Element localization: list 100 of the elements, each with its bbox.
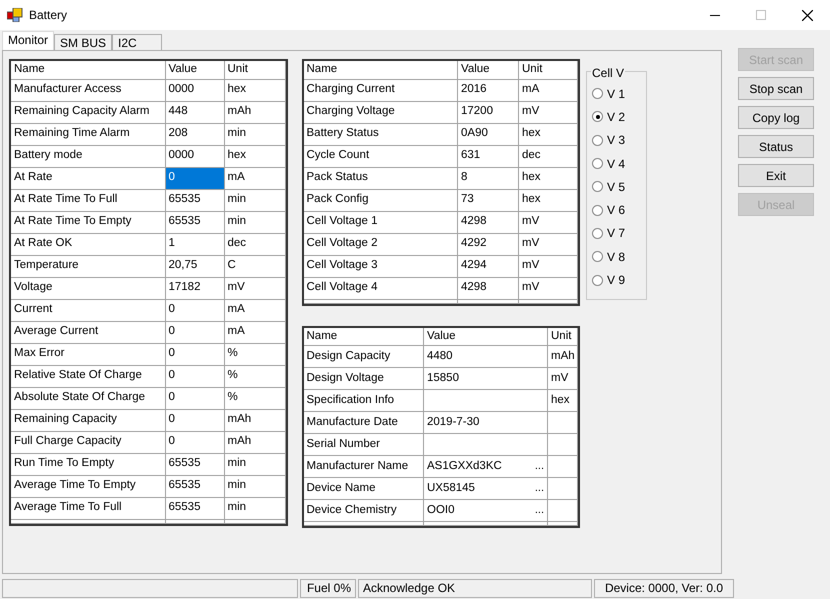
column-header[interactable]: Unit <box>224 61 285 79</box>
table-cell: 1 <box>165 233 224 255</box>
radio-option[interactable]: V 7 <box>592 222 646 246</box>
tab[interactable]: SM BUS <box>54 34 112 50</box>
table-cell: mAh <box>548 346 578 368</box>
button[interactable]: Stop scan <box>738 77 814 100</box>
column-header[interactable]: Name <box>304 61 458 79</box>
table-cell: hex <box>518 167 578 189</box>
ellipsis-button[interactable]: ... <box>534 502 544 518</box>
radio-option[interactable]: V 1 <box>592 82 646 106</box>
table-cell: 2016 <box>458 79 518 101</box>
button[interactable]: Copy log <box>738 106 814 129</box>
table-cell: mV <box>224 277 285 299</box>
table-cell: Device Chemistry <box>304 500 424 522</box>
table-cell: mAh <box>224 101 285 123</box>
radio-option[interactable]: V 9 <box>592 268 646 292</box>
ellipsis-button[interactable]: ... <box>534 480 544 496</box>
table-cell: dec <box>518 145 578 167</box>
app-icon <box>7 8 23 22</box>
table-cell: C <box>224 255 285 277</box>
button[interactable]: Status <box>738 135 814 158</box>
table-cell: Battery mode <box>11 145 165 167</box>
table-cell: Remaining Capacity Alarm <box>11 101 165 123</box>
column-header[interactable]: Value <box>458 61 518 79</box>
table-cell: 65535 <box>165 475 224 497</box>
table-cell: min <box>224 189 285 211</box>
table-cell: Remaining Capacity <box>11 409 165 431</box>
table-cell: 0 <box>165 431 224 453</box>
table-cell: Current <box>11 299 165 321</box>
table-cell: Remaining Time Alarm <box>11 123 165 145</box>
table-cell: 65535 <box>165 189 224 211</box>
table-cell: UX58145 <box>427 482 475 494</box>
table-cell: Cell Voltage 3 <box>304 255 458 277</box>
table-cell: min <box>224 211 285 233</box>
table-cell: 0 <box>165 321 224 343</box>
table-cell: Battery Status <box>304 123 458 145</box>
radio-option[interactable]: V 3 <box>592 128 646 152</box>
table-cell: Cell Voltage 1 <box>304 211 458 233</box>
column-header[interactable]: Name <box>304 328 424 346</box>
table-cell: 17182 <box>165 277 224 299</box>
table-cell: Average Time To Empty <box>11 475 165 497</box>
table-cell: 0 <box>165 365 224 387</box>
table-cell: OOI0 <box>427 504 454 516</box>
radio-option[interactable]: V 2 <box>592 105 646 129</box>
table-cell: 65535 <box>165 497 224 519</box>
table-cell: At Rate OK <box>11 233 165 255</box>
table-cell: 0000 <box>165 79 224 101</box>
table-cell: % <box>224 365 285 387</box>
table-cell: AS1GXXd3KC <box>427 460 502 472</box>
column-header[interactable]: Value <box>165 61 224 79</box>
table-cell: Charging Current <box>304 79 458 101</box>
tab[interactable]: Monitor <box>2 31 54 50</box>
radio-option[interactable]: V 5 <box>592 175 646 198</box>
radio-option[interactable]: V 4 <box>592 152 646 176</box>
table-cell: Manufacture Date <box>304 412 424 434</box>
table-cell: hex <box>224 145 285 167</box>
table-cell: mAh <box>224 409 285 431</box>
status-text: Acknowledge OK <box>358 579 592 598</box>
table-cell: 0 <box>165 387 224 409</box>
table-cell: mA <box>224 299 285 321</box>
table-cell: 0 <box>165 299 224 321</box>
tab[interactable]: I2C <box>112 34 162 50</box>
table-cell: mA <box>518 79 578 101</box>
table-cell: Full Charge Capacity <box>11 431 165 453</box>
table-cell: dec <box>224 233 285 255</box>
table-cell: At Rate Time To Full <box>11 189 165 211</box>
table-cell: min <box>224 453 285 475</box>
column-header[interactable]: Value <box>424 328 548 346</box>
table-cell: 0 <box>165 167 224 189</box>
table-cell: min <box>224 123 285 145</box>
table-cell: 631 <box>458 145 518 167</box>
radio-option[interactable]: V 8 <box>592 245 646 268</box>
table-cell: Voltage <box>11 277 165 299</box>
table-cell: Absolute State Of Charge <box>11 387 165 409</box>
table-cell: 15850 <box>424 368 548 390</box>
table-cell: 0 <box>165 409 224 431</box>
table-cell: At Rate <box>11 167 165 189</box>
table-cell: hex <box>518 123 578 145</box>
table-cell: 208 <box>165 123 224 145</box>
button[interactable]: Exit <box>738 164 814 187</box>
table-cell: 0000 <box>165 145 224 167</box>
table-cell: mV <box>518 255 578 277</box>
table-cell: mV <box>518 277 578 299</box>
column-header[interactable]: Unit <box>518 61 578 79</box>
table-cell: Average Time To Full <box>11 497 165 519</box>
table-cell: 20,75 <box>165 255 224 277</box>
column-header[interactable]: Name <box>11 61 165 79</box>
table-cell: 65535 <box>165 453 224 475</box>
ellipsis-button[interactable]: ... <box>534 458 544 474</box>
table-cell: min <box>224 497 285 519</box>
table-cell: Run Time To Empty <box>11 453 165 475</box>
table-cell: Specification Info <box>304 390 424 412</box>
table-cell: 17200 <box>458 101 518 123</box>
column-header[interactable]: Unit <box>548 328 578 346</box>
table-cell: At Rate Time To Empty <box>11 211 165 233</box>
radio-option[interactable]: V 6 <box>592 198 646 222</box>
table-cell: min <box>224 475 285 497</box>
table-cell: Pack Status <box>304 167 458 189</box>
table-cell: 4298 <box>458 211 518 233</box>
table-cell: Cell Voltage 2 <box>304 233 458 255</box>
